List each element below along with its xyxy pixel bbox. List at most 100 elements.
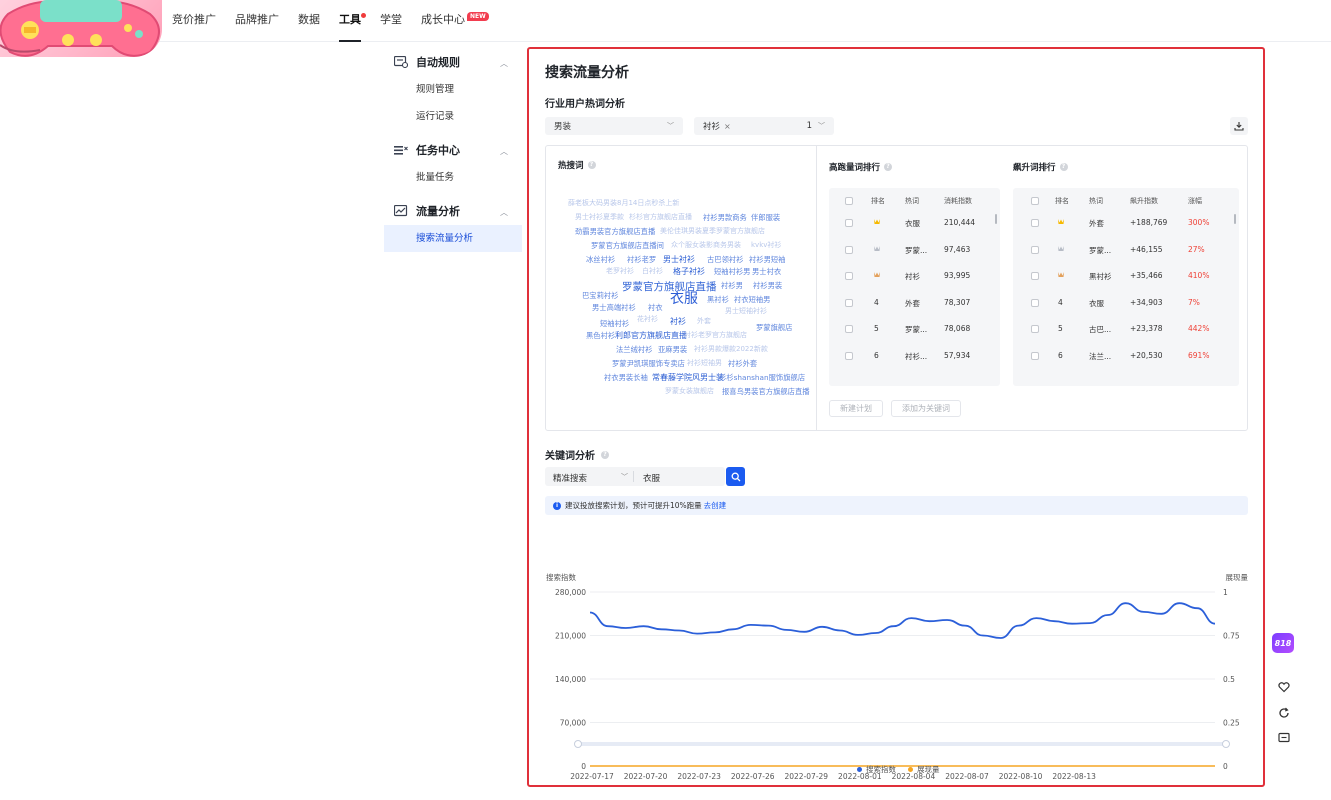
table-row[interactable]: 6 衬衫... 57,934 bbox=[829, 350, 1000, 364]
row-checkbox[interactable] bbox=[1031, 325, 1039, 334]
hot-word[interactable]: 薛老板大码男装8月14日点秒杀上新 bbox=[568, 200, 679, 207]
nav-item-data[interactable]: 数据 bbox=[298, 0, 320, 42]
keyword-input[interactable]: 衣服 bbox=[643, 472, 660, 484]
hot-word[interactable]: 常春藤学院风男士装 bbox=[652, 374, 724, 382]
nav-item-brand[interactable]: 品牌推广 bbox=[235, 0, 279, 42]
hot-word[interactable]: 衬衫老罗官方旗舰店 bbox=[684, 332, 747, 339]
hot-word[interactable]: 黑衬衫 bbox=[707, 296, 729, 304]
table-row[interactable]: 4 衣服 +34,903 7% bbox=[1013, 297, 1239, 311]
table-row[interactable]: 5 罗蒙... 78,068 bbox=[829, 323, 1000, 337]
row-checkbox[interactable] bbox=[845, 245, 853, 254]
sidebar-group-traffic-analysis[interactable]: 流量分析 ︿ bbox=[384, 197, 522, 225]
sidebar-group-auto-rules[interactable]: 自动规则 ︿ bbox=[384, 48, 522, 76]
table-row[interactable]: 5 古巴... +23,378 442% bbox=[1013, 323, 1239, 337]
hot-word[interactable]: 冰丝衬衫 bbox=[586, 256, 615, 264]
row-checkbox[interactable] bbox=[845, 352, 853, 360]
row-checkbox[interactable] bbox=[1031, 272, 1039, 281]
hot-word[interactable]: 罗蒙官方旗舰店直播间 bbox=[591, 242, 664, 250]
hot-word[interactable]: 格子衬衫 bbox=[673, 268, 705, 276]
hot-word[interactable]: 报喜鸟男装官方旗舰店直播 bbox=[722, 388, 810, 396]
match-type-select[interactable]: 精准搜索 bbox=[553, 472, 587, 484]
hot-word[interactable]: 短袖衬衫男 bbox=[714, 268, 750, 276]
hot-word[interactable]: 短袖衬衫 bbox=[600, 320, 629, 328]
row-checkbox[interactable] bbox=[1031, 245, 1039, 254]
refresh-button[interactable] bbox=[1276, 705, 1292, 721]
promo-818-badge[interactable]: 818 bbox=[1272, 633, 1294, 653]
hot-word[interactable]: 衬衫男装 bbox=[753, 282, 782, 290]
hot-word[interactable]: 法兰绒衬衫 bbox=[616, 346, 652, 354]
row-checkbox[interactable] bbox=[1031, 352, 1039, 360]
table-row[interactable]: 罗蒙... 97,463 bbox=[829, 244, 1000, 258]
help-icon[interactable]: ? bbox=[884, 163, 893, 171]
nav-item-growth[interactable]: 成长中心 NEW bbox=[421, 0, 489, 42]
row-checkbox[interactable] bbox=[845, 272, 853, 281]
zoom-slider[interactable] bbox=[574, 740, 1246, 748]
sidebar-item-search-traffic[interactable]: 搜索流量分析 bbox=[384, 225, 522, 252]
download-button[interactable] bbox=[1230, 117, 1248, 135]
hot-word[interactable]: 男士衬衫 bbox=[663, 256, 695, 264]
row-checkbox[interactable] bbox=[845, 219, 853, 227]
select-all-checkbox[interactable] bbox=[1031, 197, 1039, 205]
row-checkbox[interactable] bbox=[1031, 219, 1039, 227]
nav-item-tools[interactable]: 工具 bbox=[339, 0, 366, 42]
hot-word[interactable]: 古巴领衬衫 bbox=[707, 256, 743, 264]
table-row[interactable]: 黑衬衫 +35,466 410% bbox=[1013, 270, 1239, 284]
hot-word[interactable]: 亚麻男装 bbox=[658, 346, 687, 354]
hot-word[interactable]: 衣服 bbox=[670, 292, 698, 306]
hot-word[interactable]: 劲霸男装官方旗舰店直播 bbox=[575, 228, 655, 236]
hot-word[interactable]: 衬衣 bbox=[648, 304, 663, 312]
hot-word[interactable]: 众个服女装影商务男装 bbox=[671, 242, 741, 249]
hot-word[interactable]: 男士短袖衬衫 bbox=[725, 308, 767, 315]
hot-word[interactable]: 罗蒙女装旗舰店 bbox=[665, 388, 714, 395]
nav-item-bidding[interactable]: 竞价推广 bbox=[172, 0, 216, 42]
table-row[interactable]: 外套 +188,769 300% bbox=[1013, 217, 1239, 231]
sidebar-item-run-records[interactable]: 运行记录 bbox=[384, 103, 522, 130]
zoom-handle-left[interactable] bbox=[574, 740, 582, 748]
hot-word[interactable]: 男士衬衣 bbox=[752, 268, 781, 276]
heart-button[interactable] bbox=[1276, 679, 1292, 695]
hot-word[interactable]: 衬衫男款商务 bbox=[703, 214, 747, 222]
hot-word[interactable]: 美伦佳琪男装夏季罗蒙官方旗舰店 bbox=[660, 228, 765, 235]
hot-word[interactable]: 衬衫男 bbox=[721, 282, 743, 290]
hot-word[interactable]: kvkv衬衫 bbox=[751, 242, 781, 249]
hot-word[interactable]: 衬衫男款爆款2022新款 bbox=[694, 346, 768, 353]
table-row[interactable]: 罗蒙... +46,155 27% bbox=[1013, 244, 1239, 258]
hot-word[interactable]: 衬衣短袖男 bbox=[734, 296, 770, 304]
new-plan-button[interactable]: 新建计划 bbox=[829, 400, 883, 417]
hot-word[interactable]: 白衬衫 bbox=[642, 268, 663, 275]
hot-word[interactable]: 衬衫外套 bbox=[728, 360, 757, 368]
help-icon[interactable]: ? bbox=[587, 161, 596, 169]
hot-word[interactable]: 花衬衫 bbox=[637, 316, 658, 323]
zoom-handle-right[interactable] bbox=[1222, 740, 1230, 748]
sidebar-group-task-center[interactable]: 任务中心 ︿ bbox=[384, 136, 522, 164]
sidebar-item-rule-management[interactable]: 规则管理 bbox=[384, 76, 522, 103]
create-link[interactable]: 去创建 bbox=[704, 500, 727, 511]
hot-word[interactable]: 巴宝莉衬衫 bbox=[582, 292, 618, 300]
hot-word[interactable]: 杉杉shanshan服饰旗舰店 bbox=[719, 374, 805, 382]
help-icon[interactable]: ? bbox=[1059, 163, 1068, 171]
hot-word[interactable]: 利郎官方旗舰店直播 bbox=[615, 332, 687, 340]
table-row[interactable]: 衣服 210,444 bbox=[829, 217, 1000, 231]
nav-item-academy[interactable]: 学堂 bbox=[380, 0, 402, 42]
hot-word[interactable]: 衬衫男短袖 bbox=[749, 256, 785, 264]
hot-word[interactable]: 罗蒙尹凯琪服饰专卖店 bbox=[612, 360, 685, 368]
hot-word[interactable]: 衬衫 bbox=[670, 318, 686, 326]
hot-word[interactable]: 衬衣男装长袖 bbox=[604, 374, 648, 382]
table-row[interactable]: 6 法兰... +20,530 691% bbox=[1013, 350, 1239, 364]
help-icon[interactable]: ? bbox=[601, 450, 609, 459]
sidebar-item-batch-tasks[interactable]: 批量任务 bbox=[384, 164, 522, 191]
search-button[interactable] bbox=[726, 467, 745, 486]
feedback-button[interactable] bbox=[1276, 730, 1292, 746]
hot-word[interactable]: 衬衫老罗 bbox=[627, 256, 656, 264]
row-checkbox[interactable] bbox=[1031, 298, 1039, 307]
keyword-tag-select[interactable]: 衬衫 × 1 ﹀ bbox=[694, 117, 834, 135]
hot-word[interactable]: 黑色衬衫 bbox=[586, 332, 615, 340]
row-checkbox[interactable] bbox=[845, 298, 853, 307]
hot-word[interactable]: 男士高端衬衫 bbox=[592, 304, 636, 312]
industry-select[interactable]: 男装 ﹀ bbox=[545, 117, 683, 135]
hot-word[interactable]: 衬衫短袖男 bbox=[687, 360, 722, 367]
hot-word[interactable]: 伴郎服装 bbox=[751, 214, 780, 222]
row-checkbox[interactable] bbox=[845, 325, 853, 334]
table-row[interactable]: 衬衫 93,995 bbox=[829, 270, 1000, 284]
select-all-checkbox[interactable] bbox=[845, 197, 853, 205]
